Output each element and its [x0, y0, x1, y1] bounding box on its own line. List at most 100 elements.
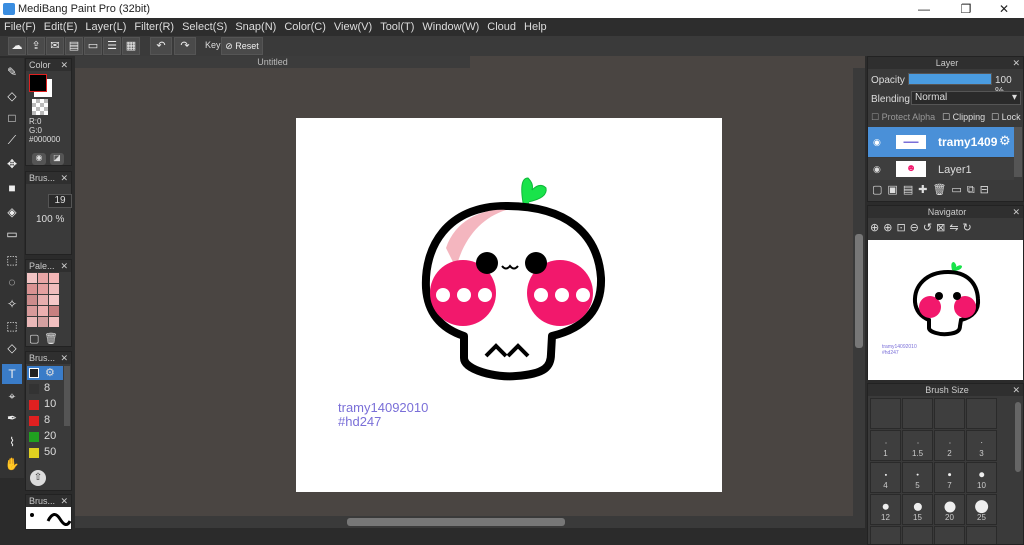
- brush-size-cell[interactable]: 7: [934, 462, 965, 493]
- menu-edit[interactable]: Edit(E): [40, 18, 82, 36]
- brush-size-cell[interactable]: [902, 526, 933, 544]
- maximize-button[interactable]: ❐: [946, 0, 986, 18]
- close-icon[interactable]: ✕: [1012, 384, 1020, 396]
- menu-snap[interactable]: Snap(N): [231, 18, 280, 36]
- line-tool-icon[interactable]: ⟋: [2, 130, 22, 150]
- navigator-preview[interactable]: tramy14092010 #hd247: [868, 240, 1023, 380]
- brush-item[interactable]: 20: [27, 429, 63, 444]
- opacity-slider[interactable]: [908, 73, 992, 85]
- menu-color[interactable]: Color(C): [280, 18, 330, 36]
- brush-size-cell[interactable]: 20: [934, 494, 965, 525]
- menu-tool[interactable]: Tool(T): [376, 18, 418, 36]
- actual-size-icon[interactable]: ⊠: [936, 222, 949, 234]
- select-pen-icon[interactable]: ⬚: [2, 316, 22, 336]
- layer-list-scrollbar[interactable]: [1014, 127, 1022, 177]
- color-wheel-icon[interactable]: ◉: [32, 153, 46, 165]
- undo-icon[interactable]: ↶: [150, 37, 172, 55]
- menu-window[interactable]: Window(W): [418, 18, 483, 36]
- brush-item[interactable]: 50: [27, 445, 63, 460]
- duplicate-layer-icon[interactable]: ⧉: [967, 184, 980, 196]
- clipping-checkbox[interactable]: ☐ Clipping: [942, 112, 985, 123]
- text-tool-icon[interactable]: T: [2, 364, 22, 384]
- brush-item[interactable]: 8: [27, 413, 63, 428]
- page-icon[interactable]: ▭: [84, 37, 102, 55]
- menu-layer[interactable]: Layer(L): [81, 18, 130, 36]
- hand-tool-icon[interactable]: ✋: [2, 454, 22, 474]
- menu-filter[interactable]: Filter(R): [130, 18, 178, 36]
- palette-swatch[interactable]: [38, 295, 48, 305]
- brush-tool-icon[interactable]: ✎: [2, 62, 22, 82]
- note-icon[interactable]: ▤: [65, 37, 83, 55]
- close-icon[interactable]: ✕: [60, 172, 68, 184]
- brush-size-cell[interactable]: 3: [966, 430, 997, 461]
- palette-swatch[interactable]: [38, 306, 48, 316]
- eye-icon[interactable]: ◉: [873, 137, 881, 148]
- color-set-icon[interactable]: ◪: [50, 153, 64, 165]
- transparent-color-swatch[interactable]: [32, 99, 48, 115]
- magic-wand-icon[interactable]: ✧: [2, 294, 22, 314]
- menu-help[interactable]: Help: [520, 18, 551, 36]
- dot-tool-icon[interactable]: □: [2, 108, 22, 128]
- palette-swatch[interactable]: [38, 284, 48, 294]
- comment-icon[interactable]: ✉: [46, 37, 64, 55]
- palette-swatch[interactable]: [27, 306, 37, 316]
- brush-size-cell[interactable]: 1: [870, 430, 901, 461]
- close-icon[interactable]: ✕: [60, 59, 68, 71]
- selected-brush-row[interactable]: ⚙: [27, 366, 63, 380]
- close-icon[interactable]: ✕: [1012, 206, 1020, 218]
- zoom-in-icon[interactable]: ⊕: [870, 222, 883, 234]
- brush-size-cell[interactable]: [966, 398, 997, 429]
- merge-layer-icon[interactable]: ⊟: [980, 184, 994, 196]
- eyedropper-icon[interactable]: ⌇: [2, 432, 22, 452]
- vertical-scroll-thumb[interactable]: [855, 234, 863, 348]
- zoom-out-icon[interactable]: ⊖: [910, 222, 923, 234]
- blending-select[interactable]: Normal ▾: [911, 91, 1021, 105]
- cloud-icon[interactable]: ☁: [8, 37, 26, 55]
- new-halftone-layer-icon[interactable]: ▣: [887, 184, 902, 196]
- bucket-tool-icon[interactable]: ◈: [2, 202, 22, 222]
- tab-untitled[interactable]: Untitled: [75, 56, 470, 68]
- new-8bit-layer-icon[interactable]: ▤: [903, 184, 918, 196]
- brush-size-cell[interactable]: [870, 526, 901, 544]
- reset-button[interactable]: ⊘ Reset: [221, 37, 263, 55]
- new-layer-icon[interactable]: ▢: [872, 184, 887, 196]
- palette-swatch[interactable]: [49, 273, 59, 283]
- brush-size-cell[interactable]: 25: [966, 494, 997, 525]
- rotate-right-icon[interactable]: ↻: [963, 222, 976, 234]
- brush-size-cell[interactable]: [966, 526, 997, 544]
- brush-size-cell[interactable]: [934, 526, 965, 544]
- eye-icon[interactable]: ◉: [873, 164, 881, 175]
- palette-swatch[interactable]: [27, 273, 37, 283]
- add-layer-menu-icon[interactable]: ✚: [918, 184, 932, 196]
- zoom-in-plus-icon[interactable]: ⊕: [883, 222, 896, 234]
- fit-icon[interactable]: ⊡: [896, 222, 909, 234]
- add-brush-icon[interactable]: ⇧: [30, 470, 46, 486]
- brush-size-cell[interactable]: [934, 398, 965, 429]
- layer-row[interactable]: ◉ ▬▬▬ tramy1409 ⚙: [868, 127, 1014, 157]
- palette-swatch[interactable]: [27, 284, 37, 294]
- brush-size-cell[interactable]: 5: [902, 462, 933, 493]
- eraser-tool-icon[interactable]: ◇: [2, 86, 22, 106]
- brush-size-input[interactable]: 19: [48, 194, 72, 208]
- grid-icon[interactable]: ▦: [122, 37, 140, 55]
- delete-palette-icon[interactable]: 🗑: [44, 332, 58, 345]
- palette-swatch[interactable]: [49, 317, 59, 327]
- gear-icon[interactable]: ⚙: [999, 133, 1011, 149]
- menu-cloud[interactable]: Cloud: [483, 18, 520, 36]
- brush-size-scrollbar[interactable]: [1014, 398, 1022, 544]
- close-icon[interactable]: ✕: [60, 352, 68, 364]
- palette-swatch[interactable]: [27, 295, 37, 305]
- close-icon[interactable]: ✕: [60, 495, 68, 507]
- palette-swatch[interactable]: [49, 284, 59, 294]
- gear-icon[interactable]: ⚙: [45, 366, 55, 379]
- select-rect-icon[interactable]: ⬚: [2, 250, 22, 270]
- brush-size-cell[interactable]: 2: [934, 430, 965, 461]
- redo-icon[interactable]: ↷: [174, 37, 196, 55]
- horizontal-scrollbar[interactable]: [75, 516, 865, 528]
- delete-layer-icon[interactable]: 🗑: [932, 184, 951, 196]
- brush-size-cell[interactable]: [870, 398, 901, 429]
- vertical-scrollbar[interactable]: [853, 68, 865, 516]
- brush-size-cell[interactable]: [902, 398, 933, 429]
- brush-size-cell[interactable]: 15: [902, 494, 933, 525]
- palette-swatch[interactable]: [49, 295, 59, 305]
